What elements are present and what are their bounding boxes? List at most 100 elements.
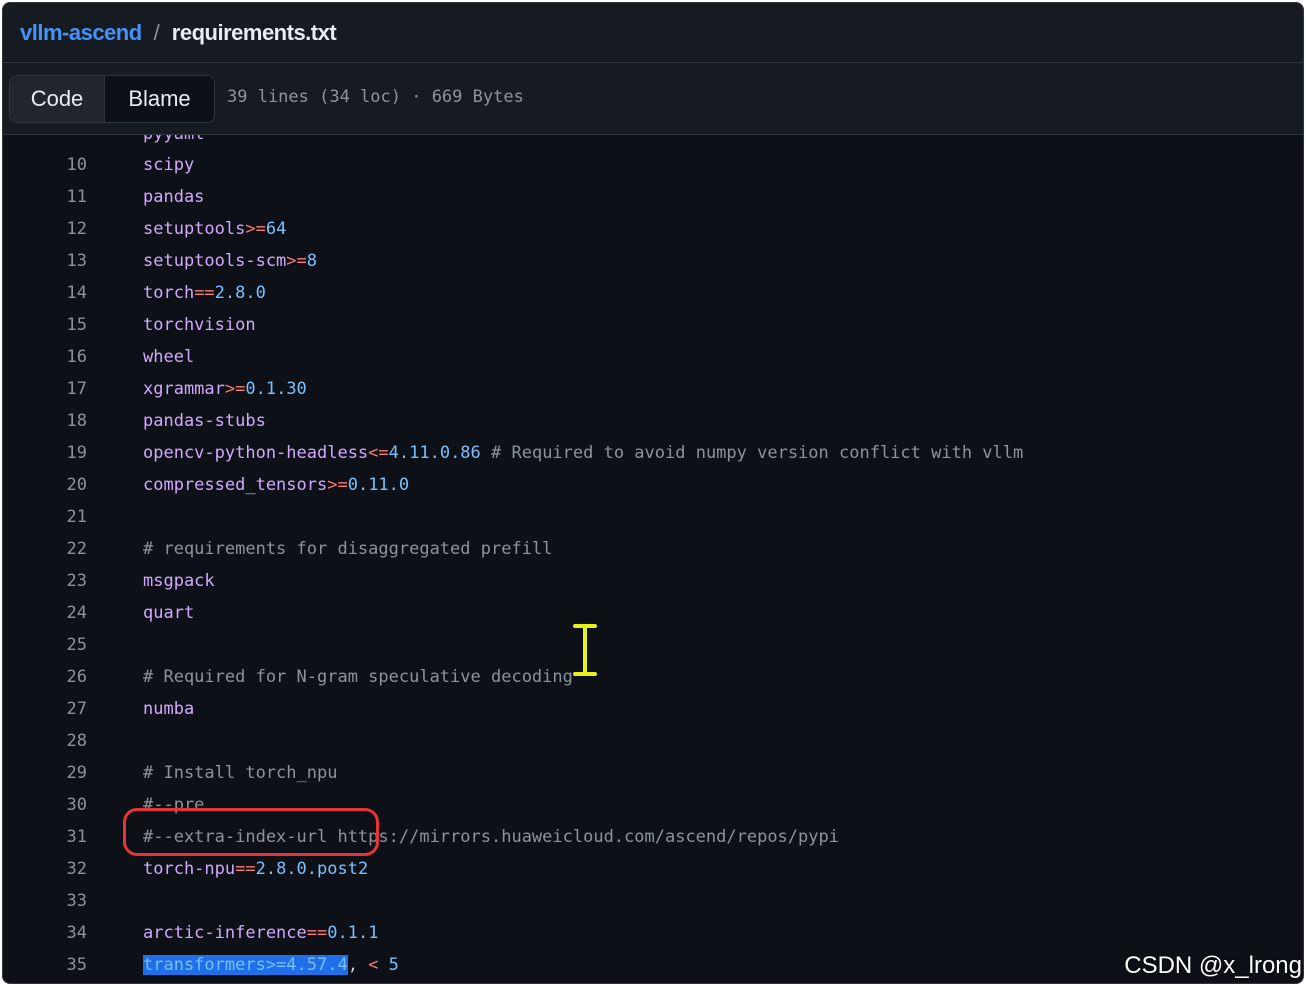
line-number[interactable]: 34: [3, 917, 87, 949]
line-content: compressed_tensors>=0.11.0: [143, 469, 409, 501]
line-content: opencv-python-headless<=4.11.0.86 # Requ…: [143, 437, 1023, 469]
code-line: 13 setuptools-scm>=8: [3, 245, 1303, 277]
code-line: 17 xgrammar>=0.1.30: [3, 373, 1303, 405]
comment: # Install torch_npu: [143, 763, 338, 783]
breadcrumb-repo-link[interactable]: vllm-ascend: [20, 20, 142, 46]
line-number[interactable]: 30: [3, 789, 87, 821]
line-content: torch-npu==2.8.0.post2: [143, 853, 368, 885]
operator: <=: [368, 443, 389, 463]
line-content: quart: [143, 597, 194, 629]
line-number[interactable]: 28: [3, 725, 87, 757]
line-content: pandas-stubs: [143, 405, 266, 437]
breadcrumb-separator: /: [153, 19, 160, 45]
code-line: 15 torchvision: [3, 309, 1303, 341]
package-name: setuptools: [143, 219, 246, 239]
line-number[interactable]: 14: [3, 277, 87, 309]
operator: >=: [245, 219, 266, 239]
code-line: 11 pandas: [3, 181, 1303, 213]
version: 4.11.0.86: [388, 443, 481, 463]
highlight-annotation-circle: [123, 808, 379, 856]
line-content: xgrammar>=0.1.30: [143, 373, 307, 405]
line-content: # requirements for disaggregated prefill: [143, 533, 552, 565]
line-number[interactable]: 27: [3, 693, 87, 725]
line-content: msgpack: [143, 565, 215, 597]
line-number[interactable]: 33: [3, 885, 87, 917]
line-number[interactable]: 21: [3, 501, 87, 533]
package-name: setuptools-scm: [143, 251, 287, 271]
line-content: scipy: [143, 149, 194, 181]
package-name: quart: [143, 603, 195, 623]
code-line: 33: [3, 885, 1303, 917]
line-content: pandas: [143, 181, 204, 213]
line-number[interactable]: 25: [3, 629, 87, 661]
file-viewer: vllm-ascend / requirements.txt Code Blam…: [2, 2, 1304, 984]
code-line: 24 quart: [3, 597, 1303, 629]
package-name: torch-npu: [143, 859, 236, 879]
package-name: pandas-stubs: [143, 411, 266, 431]
comment: # Required for N-gram speculative decodi…: [143, 667, 573, 687]
line-number[interactable]: 31: [3, 821, 87, 853]
operator: >=: [224, 379, 246, 399]
line-number[interactable]: 19: [3, 437, 87, 469]
code-line: 20 compressed_tensors>=0.11.0: [3, 469, 1303, 501]
line-number[interactable]: 32: [3, 853, 87, 885]
line-content: numba: [143, 693, 194, 725]
line-number[interactable]: 13: [3, 245, 87, 277]
line-number[interactable]: 20: [3, 469, 87, 501]
line-number[interactable]: 15: [3, 309, 87, 341]
comment: # requirements for disaggregated prefill: [143, 539, 553, 559]
code-line: 16 wheel: [3, 341, 1303, 373]
code-line: 35 transformers>=4.57.4, < 5: [3, 949, 1303, 981]
comment: # Required to avoid numpy version confli…: [480, 443, 1024, 463]
code-line: 18 pandas-stubs: [3, 405, 1303, 437]
line-content: # Required for N-gram speculative decodi…: [143, 661, 573, 693]
breadcrumb-file-name: requirements.txt: [171, 19, 337, 45]
package-name: opencv-python-headless: [143, 443, 369, 463]
line-content: transformers>=4.57.4, < 5: [143, 949, 399, 981]
line-number[interactable]: 17: [3, 373, 87, 405]
operator: <: [357, 955, 379, 975]
version: 8: [306, 251, 318, 271]
line-content: setuptools>=64: [143, 213, 286, 245]
line-content: arctic-inference==0.1.1: [143, 917, 378, 949]
code-line: 29 # Install torch_npu: [3, 757, 1303, 789]
line-number[interactable]: 11: [3, 181, 87, 213]
code-line: 19 opencv-python-headless<=4.11.0.86 # Re…: [3, 437, 1303, 469]
line-content: # Install torch_npu: [143, 757, 337, 789]
code-line: 28: [3, 725, 1303, 757]
code-line: 25: [3, 629, 1303, 661]
line-number[interactable]: 35: [3, 949, 87, 981]
line-number[interactable]: 23: [3, 565, 87, 597]
operator: >=: [286, 251, 307, 271]
package-name: compressed_tensors: [143, 475, 328, 495]
line-number[interactable]: 16: [3, 341, 87, 373]
operator: ==: [306, 923, 328, 943]
version: 0.1.1: [327, 923, 379, 943]
code-line: 27 numba: [3, 693, 1303, 725]
package-name: xgrammar: [143, 379, 225, 399]
version: 2.8.0: [214, 283, 266, 303]
version: 5: [378, 955, 399, 975]
code-line: 22 # requirements for disaggregated prefi…: [3, 533, 1303, 565]
line-number[interactable]: 22: [3, 533, 87, 565]
line-number[interactable]: 26: [3, 661, 87, 693]
view-mode-toggle: Code Blame: [9, 75, 215, 123]
line-number[interactable]: 24: [3, 597, 87, 629]
watermark: CSDN @x_lrong: [1124, 952, 1302, 979]
code-line: 26 # Required for N-gram speculative deco…: [3, 661, 1303, 693]
package-name: arctic-inference: [143, 923, 307, 943]
code-line: 10 scipy: [3, 149, 1303, 181]
package-name: scipy: [143, 155, 195, 175]
blame-tab-button[interactable]: Blame: [105, 76, 214, 122]
line-number[interactable]: 29: [3, 757, 87, 789]
code-line: 12 setuptools>=64: [3, 213, 1303, 245]
line-number[interactable]: 12: [3, 213, 87, 245]
code-line: 21: [3, 501, 1303, 533]
breadcrumb: vllm-ascend / requirements.txt: [3, 3, 1303, 63]
code-line: 14 torch==2.8.0: [3, 277, 1303, 309]
line-number[interactable]: 10: [3, 149, 87, 181]
operator: ==: [235, 859, 256, 879]
version: 64: [265, 219, 287, 239]
line-number[interactable]: 18: [3, 405, 87, 437]
code-tab-button[interactable]: Code: [10, 76, 105, 122]
